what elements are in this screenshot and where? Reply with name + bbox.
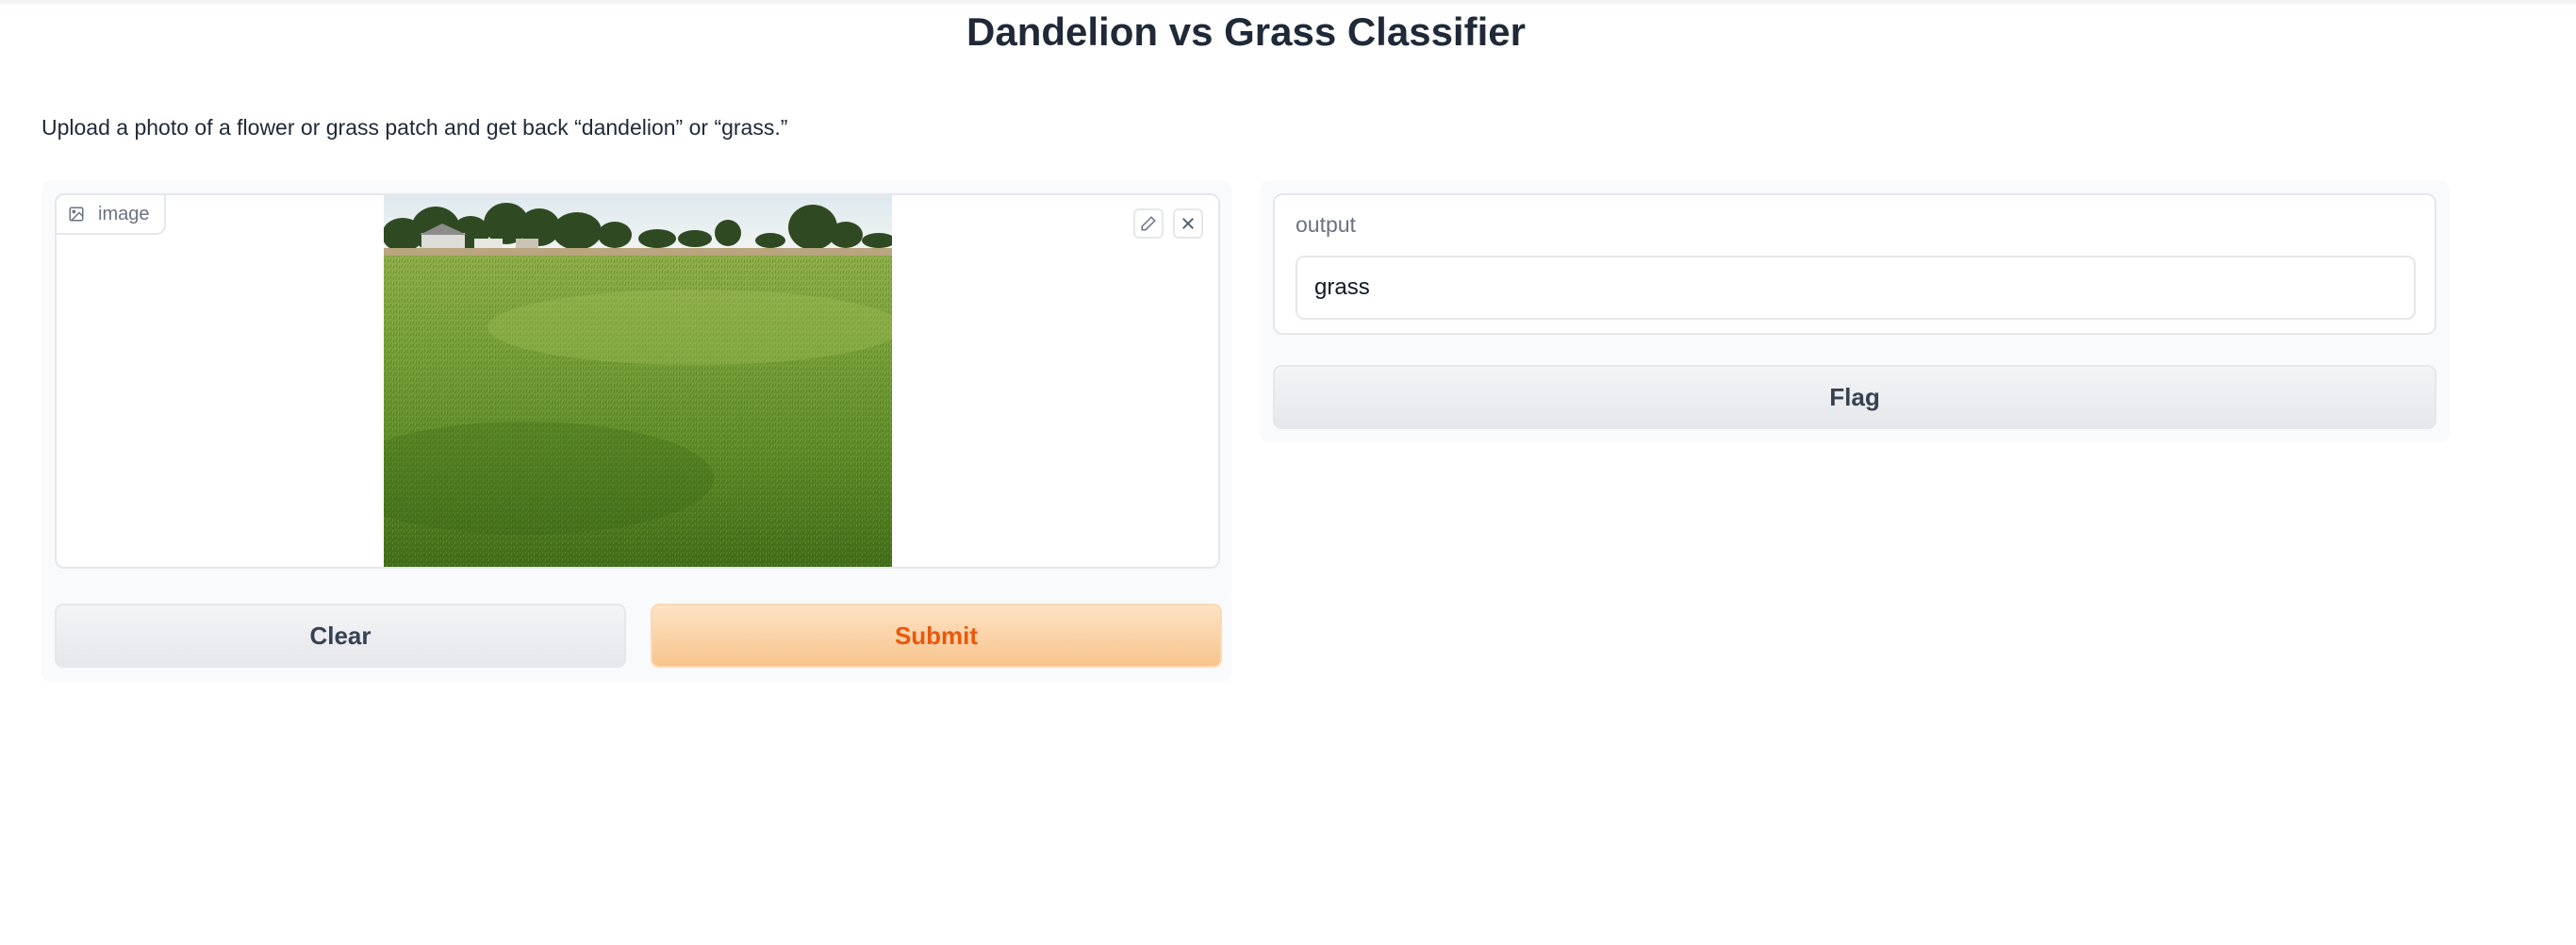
image-icon: [69, 207, 84, 222]
image-label-tag: image: [57, 195, 167, 235]
clear-button[interactable]: Clear: [55, 604, 626, 668]
image-label-text: image: [98, 203, 150, 224]
page-title: Dandelion vs Grass Classifier: [966, 9, 1526, 54]
image-upload-area[interactable]: image: [55, 193, 1220, 569]
top-border: [0, 0, 2576, 4]
close-icon: [1182, 218, 1194, 229]
submit-button[interactable]: Submit: [651, 604, 1222, 668]
page-description: Upload a photo of a flower or grass patc…: [41, 115, 788, 140]
output-block: output grass: [1273, 193, 2436, 335]
output-textbox[interactable]: grass: [1296, 256, 2416, 320]
output-panel: output grass Flag: [1260, 180, 2450, 442]
output-label: output: [1296, 212, 1356, 237]
input-panel: image Clear Submit: [41, 180, 1231, 682]
remove-image-button[interactable]: [1173, 208, 1203, 239]
uploaded-grass-photo: [384, 195, 892, 567]
pencil-icon: [1141, 216, 1156, 231]
flag-button[interactable]: Flag: [1273, 365, 2436, 429]
edit-image-button[interactable]: [1133, 208, 1164, 239]
